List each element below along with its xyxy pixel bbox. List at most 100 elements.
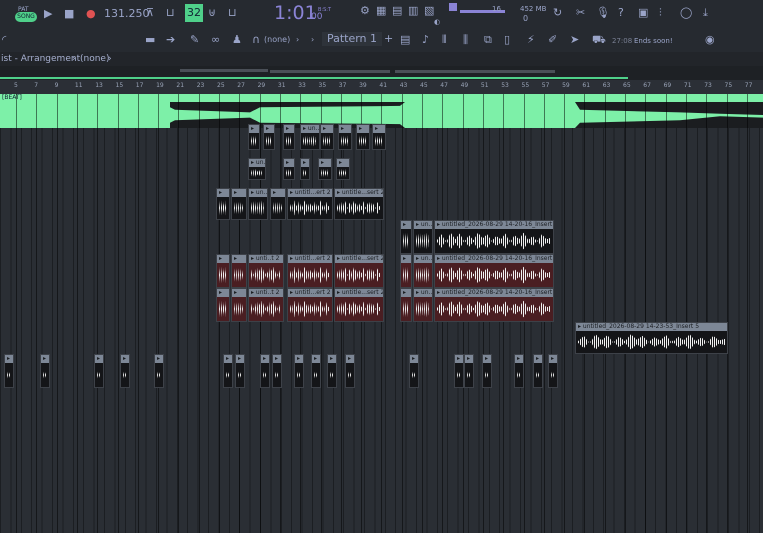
audio-clip[interactable]: ▸ xyxy=(482,354,492,388)
audio-clip[interactable]: ▸ xyxy=(454,354,464,388)
audio-clip[interactable]: ▸ un.. xyxy=(413,254,433,288)
audio-clip[interactable]: ▸ xyxy=(400,220,412,254)
overview-scroll-bar[interactable] xyxy=(0,77,628,79)
audio-clip[interactable]: ▸ xyxy=(400,254,412,288)
stamp-icon[interactable]: ♟ xyxy=(232,33,242,47)
audio-clip[interactable]: ▸ unti..t 2 xyxy=(248,288,284,322)
wait-icon[interactable]: ⊔ xyxy=(166,6,175,20)
audio-clip[interactable]: ▸ xyxy=(464,354,474,388)
audio-clip[interactable]: ▸ xyxy=(311,354,321,388)
audio-clip[interactable]: ▸ untitle...sert 2 xyxy=(334,254,384,288)
audio-clip[interactable]: ▸ untitle...sert 2 xyxy=(334,188,384,220)
mixer-sliders-icon[interactable]: ⫴ xyxy=(442,33,447,47)
pattern-selector[interactable]: Pattern 1 xyxy=(322,32,382,46)
chevron-right-icon[interactable]: › xyxy=(296,33,299,47)
loop-record-icon[interactable]: ⊎ xyxy=(208,6,216,20)
audio-clip[interactable]: ▸ un.. xyxy=(248,188,268,220)
song-mode-button[interactable]: SONG xyxy=(15,12,37,22)
audio-clip[interactable]: ▸ untitl...ert 2 xyxy=(287,254,333,288)
audio-clip[interactable]: ▸ xyxy=(216,188,230,220)
audio-clip[interactable]: ▸ xyxy=(154,354,164,388)
snap-select[interactable]: (none) xyxy=(264,33,290,47)
browser-icon[interactable]: ▧ xyxy=(424,4,434,18)
sliders-icon[interactable]: ⫶ xyxy=(659,6,662,20)
audio-clip[interactable]: ▸ xyxy=(283,124,295,150)
audio-clip[interactable]: ▸ xyxy=(327,354,337,388)
download-icon[interactable]: ⤓ xyxy=(703,6,708,20)
note-icon[interactable]: ♪ xyxy=(422,33,429,47)
breadcrumb-selection[interactable]: (none) xyxy=(80,54,109,64)
news-text[interactable]: Ends soon! xyxy=(634,34,673,48)
audio-clip[interactable]: ▸ xyxy=(223,354,233,388)
audio-clip[interactable]: ▸ un.. xyxy=(413,220,433,254)
audio-clip[interactable]: ▸ xyxy=(263,124,275,150)
audio-clip[interactable]: ▸ un.. xyxy=(300,124,320,150)
audio-clip[interactable]: ▸ unti..t 2 xyxy=(248,254,284,288)
audio-clip[interactable]: ▸ xyxy=(4,354,14,388)
audio-clip[interactable]: ▸ un.. xyxy=(248,158,266,180)
audio-clip[interactable]: ▸ xyxy=(533,354,543,388)
audio-clip[interactable]: ▸ xyxy=(272,354,282,388)
pencil-icon[interactable]: ✎ xyxy=(190,33,199,47)
audio-clip[interactable]: ▸ untitled_2026-08-29 14-20-16_Insert 2 xyxy=(434,220,554,254)
loop-small-icon[interactable]: ◐ xyxy=(434,15,440,29)
audio-clip[interactable]: ▸ xyxy=(400,288,412,322)
add-pattern-button[interactable]: + xyxy=(384,32,393,46)
knob-icon[interactable]: ◜ xyxy=(2,33,6,47)
audio-clip[interactable]: ▸ xyxy=(270,188,286,220)
audio-clip[interactable]: ▸ xyxy=(231,254,247,288)
audio-clip[interactable]: ▸ xyxy=(409,354,419,388)
microphone-icon[interactable]: 🎙 xyxy=(596,6,610,20)
audio-clip[interactable]: ▸ xyxy=(248,124,260,150)
audio-clip[interactable]: ▸ xyxy=(216,254,230,288)
settings-icon[interactable]: ⚙ xyxy=(360,4,370,18)
audio-clip[interactable]: ▸ untitled_2026-08-29 14-23-53_Insert 5 xyxy=(575,322,728,354)
audio-clip[interactable]: ▸ xyxy=(231,188,247,220)
audio-clip[interactable]: ▸ xyxy=(40,354,50,388)
tempo-display[interactable]: 131.250 xyxy=(104,7,150,21)
playlist-icon[interactable]: ▤ xyxy=(400,33,410,47)
audio-clip[interactable]: ▸ xyxy=(231,288,247,322)
chat-icon[interactable]: ◯ xyxy=(680,6,692,20)
plug-icon[interactable]: ⚡ xyxy=(527,33,535,47)
magnet-icon[interactable]: ∩ xyxy=(252,33,260,47)
audio-clip[interactable]: ▸ xyxy=(372,124,386,150)
audio-clip[interactable]: ▸ untitl...ert 2 xyxy=(287,288,333,322)
step-edit-button[interactable]: 32 xyxy=(185,4,203,22)
play-icon[interactable]: ▶ xyxy=(44,7,52,21)
audio-clip[interactable]: ▸ untitl...ert 2 xyxy=(287,188,333,220)
audio-clip[interactable]: ▸ xyxy=(260,354,270,388)
cart-icon[interactable]: ⛟ xyxy=(592,33,606,47)
playlist-grid[interactable]: [BEAT] ▸▸▸▸ un..▸▸▸▸▸ un..▸▸▸▸▸▸▸ un..▸▸… xyxy=(0,94,763,533)
piano-roll-icon[interactable]: ▥ xyxy=(408,4,418,18)
mixer-icon[interactable]: ▦ xyxy=(376,4,386,18)
audio-clip[interactable]: ▸ xyxy=(94,354,104,388)
audio-clip[interactable]: ▸ xyxy=(514,354,524,388)
audio-clip[interactable]: ▸ xyxy=(318,158,332,180)
link-icon[interactable]: ∞ xyxy=(211,33,220,47)
routing-icon[interactable]: ⧉ xyxy=(484,33,492,47)
arrow-right-icon[interactable]: ➔ xyxy=(166,33,175,47)
audio-clip[interactable]: ▸ xyxy=(338,124,352,150)
record-icon[interactable]: ● xyxy=(86,7,96,21)
arrangement-overview[interactable] xyxy=(0,66,763,80)
help-icon[interactable]: ? xyxy=(618,6,624,20)
save-icon[interactable]: ▣ xyxy=(638,6,648,20)
blend-icon[interactable]: ⊔ xyxy=(228,6,237,20)
audio-clip[interactable]: ▸ xyxy=(320,124,334,150)
keyboard-icon[interactable]: ▬ xyxy=(145,33,155,47)
stop-icon[interactable]: ■ xyxy=(64,7,74,21)
channel-rack-icon[interactable]: ▤ xyxy=(392,4,402,18)
send-icon[interactable]: ➤ xyxy=(570,33,579,47)
document-icon[interactable]: ▯ xyxy=(504,33,510,47)
audio-clip[interactable]: ▸ untitled_2026-08-29 14-20-16_Insert 2 xyxy=(434,288,554,322)
audio-clip[interactable]: ▸ xyxy=(356,124,370,150)
audio-clip[interactable]: ▸ xyxy=(345,354,355,388)
audio-clip[interactable]: ▸ xyxy=(216,288,230,322)
globe-icon[interactable]: ◉ xyxy=(705,33,715,47)
audio-clip[interactable]: ▸ un.. xyxy=(413,288,433,322)
refresh-icon[interactable]: ↻ xyxy=(553,6,562,20)
audio-clip[interactable]: ▸ untitled_2026-08-29 14-20-16_Insert 2 xyxy=(434,254,554,288)
audio-clip[interactable]: ▸ xyxy=(120,354,130,388)
audio-clip[interactable]: ▸ xyxy=(300,158,310,180)
